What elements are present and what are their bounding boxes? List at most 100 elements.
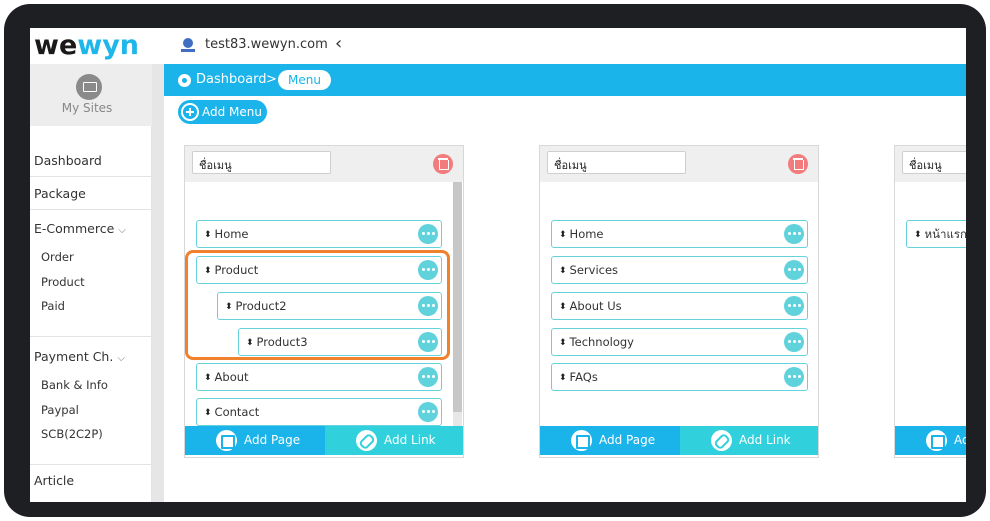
add-page-button[interactable]: Add Page [185, 426, 325, 455]
more-options-icon[interactable] [784, 332, 804, 352]
sidebar-item-bank-info[interactable]: Bank & Info [41, 378, 108, 392]
dashboard-gear-icon [178, 74, 191, 87]
menu-item-label: Services [569, 263, 619, 277]
more-options-icon[interactable] [784, 367, 804, 387]
drag-sort-icon[interactable]: ⬍ [559, 365, 567, 391]
sidebar-item-dashboard[interactable]: Dashboard [34, 153, 102, 168]
menu-item-services[interactable]: ⬍ Services [551, 256, 808, 284]
menu-item-technology[interactable]: ⬍ Technology [551, 328, 808, 356]
more-options-icon[interactable] [418, 224, 438, 244]
menu-name-input[interactable]: ชื่อเมนู [547, 151, 686, 174]
menu-item-home-thai[interactable]: ⬍ หน้าแรก [906, 220, 966, 248]
add-link-label: Add Link [739, 433, 791, 447]
sidebar-item-ecommerce[interactable]: E-Commerce ⌵ [34, 221, 126, 236]
add-page-label: Add Page [244, 433, 301, 447]
menu-panel-3: ชื่อเมนู ⬍หน้าแรก Ad [894, 145, 966, 458]
menu-panel-header: ชื่อเมนู [540, 146, 818, 182]
menu-item-label: About Us [569, 299, 622, 313]
scrollbar-thumb[interactable] [453, 182, 462, 412]
more-options-icon[interactable] [784, 224, 804, 244]
sidebar-divider [30, 336, 152, 337]
menu-panel-2: ชื่อเมนู ⬍ Home ⬍ Services ⬍ About Us ⬍ Tech… [539, 145, 819, 458]
plus-circle-icon [181, 103, 199, 121]
sidebar-item-payment-label: Payment Ch. [34, 349, 114, 364]
menu-item-label: Home [569, 227, 604, 241]
monitor-icon [76, 74, 102, 100]
drag-sort-icon[interactable]: ⬍ [914, 222, 922, 248]
menu-panel-footer: Add Page Add Link [185, 426, 463, 455]
sidebar-item-product[interactable]: Product [41, 275, 85, 289]
breadcrumb-current-menu[interactable]: Menu [278, 70, 331, 90]
more-options-icon[interactable] [418, 367, 438, 387]
sidebar-item-payment[interactable]: Payment Ch. ⌵ [34, 349, 125, 364]
delete-menu-trash-icon[interactable] [788, 154, 808, 174]
drag-sort-icon[interactable]: ⬍ [559, 330, 567, 356]
menu-panel-header: ชื่อเมนู [185, 146, 463, 182]
menu-item-home[interactable]: ⬍ Home [551, 220, 808, 248]
nested-items-highlight [185, 250, 450, 360]
breadcrumb-separator: > [266, 72, 277, 87]
add-page-icon [216, 430, 237, 451]
drag-sort-icon[interactable]: ⬍ [559, 294, 567, 320]
menu-panel-footer: Ad [895, 426, 966, 455]
add-link-button[interactable]: Add Link [325, 426, 463, 455]
add-page-icon [571, 430, 592, 451]
logo-part-we: we [34, 30, 78, 61]
drag-sort-icon[interactable]: ⬍ [204, 365, 212, 391]
drag-sort-icon[interactable]: ⬍ [559, 222, 567, 248]
menu-name-input[interactable]: ชื่อเมนู [902, 151, 966, 174]
menu-panel-header: ชื่อเมนู [895, 146, 966, 182]
sidebar-divider [30, 176, 152, 177]
menu-item-contact[interactable]: ⬍ Contact [196, 398, 442, 426]
more-options-icon[interactable] [418, 402, 438, 422]
menu-item-about-us[interactable]: ⬍ About Us [551, 292, 808, 320]
sidebar: My Sites Dashboard Package E-Commerce ⌵ … [30, 64, 152, 502]
add-page-icon [926, 430, 947, 451]
app-screen: wewyn test83.wewyn.com ‹ My Sites Dashbo… [30, 28, 966, 502]
menu-item-about[interactable]: ⬍ About [196, 363, 442, 391]
add-page-button[interactable]: Add Page [540, 426, 680, 455]
sidebar-item-ecommerce-label: E-Commerce [34, 221, 115, 236]
menu-item-home[interactable]: ⬍ Home [196, 220, 442, 248]
chevron-down-icon: ⌵ [117, 353, 125, 364]
collapse-chevron-icon[interactable]: ‹ [335, 34, 342, 54]
menu-name-input[interactable]: ชื่อเมนู [192, 151, 331, 174]
sidebar-item-scb[interactable]: SCB(2C2P) [41, 427, 103, 441]
sidebar-divider [30, 209, 152, 210]
sidebar-item-order[interactable]: Order [41, 250, 74, 264]
add-menu-button[interactable]: Add Menu [178, 100, 267, 124]
device-frame: wewyn test83.wewyn.com ‹ My Sites Dashbo… [4, 4, 986, 517]
link-icon [711, 430, 732, 451]
breadcrumb-dashboard[interactable]: Dashboard [196, 72, 267, 87]
sidebar-item-paypal[interactable]: Paypal [41, 403, 79, 417]
add-page-label: Ad [954, 433, 966, 447]
menu-item-label: About [214, 370, 249, 384]
my-sites-button[interactable]: My Sites [30, 64, 152, 126]
menu-item-faqs[interactable]: ⬍ FAQs [551, 363, 808, 391]
menu-panel-footer: Add Page Add Link [540, 426, 818, 455]
menu-panel-scrollbar[interactable] [453, 182, 462, 426]
sidebar-gutter [152, 64, 164, 502]
link-icon [356, 430, 377, 451]
site-url[interactable]: test83.wewyn.com [205, 37, 328, 52]
menu-item-label: Home [214, 227, 249, 241]
site-favicon-icon [181, 38, 195, 52]
add-page-label: Add Page [599, 433, 656, 447]
add-link-button[interactable]: Add Link [680, 426, 818, 455]
my-sites-label: My Sites [61, 101, 113, 115]
sidebar-item-paid[interactable]: Paid [41, 299, 65, 313]
drag-sort-icon[interactable]: ⬍ [204, 222, 212, 248]
breadcrumb-bar: Dashboard > Menu [164, 64, 966, 96]
wewyn-logo[interactable]: wewyn [34, 30, 139, 62]
more-options-icon[interactable] [784, 296, 804, 316]
delete-menu-trash-icon[interactable] [433, 154, 453, 174]
chevron-down-icon: ⌵ [118, 225, 126, 236]
add-page-button[interactable]: Ad [895, 426, 966, 455]
drag-sort-icon[interactable]: ⬍ [204, 400, 212, 426]
drag-sort-icon[interactable]: ⬍ [559, 258, 567, 284]
sidebar-item-article[interactable]: Article [34, 473, 74, 488]
logo-part-wyn: wyn [77, 30, 140, 61]
more-options-icon[interactable] [784, 260, 804, 280]
menu-item-label: Contact [214, 405, 260, 419]
sidebar-item-package[interactable]: Package [34, 186, 86, 201]
